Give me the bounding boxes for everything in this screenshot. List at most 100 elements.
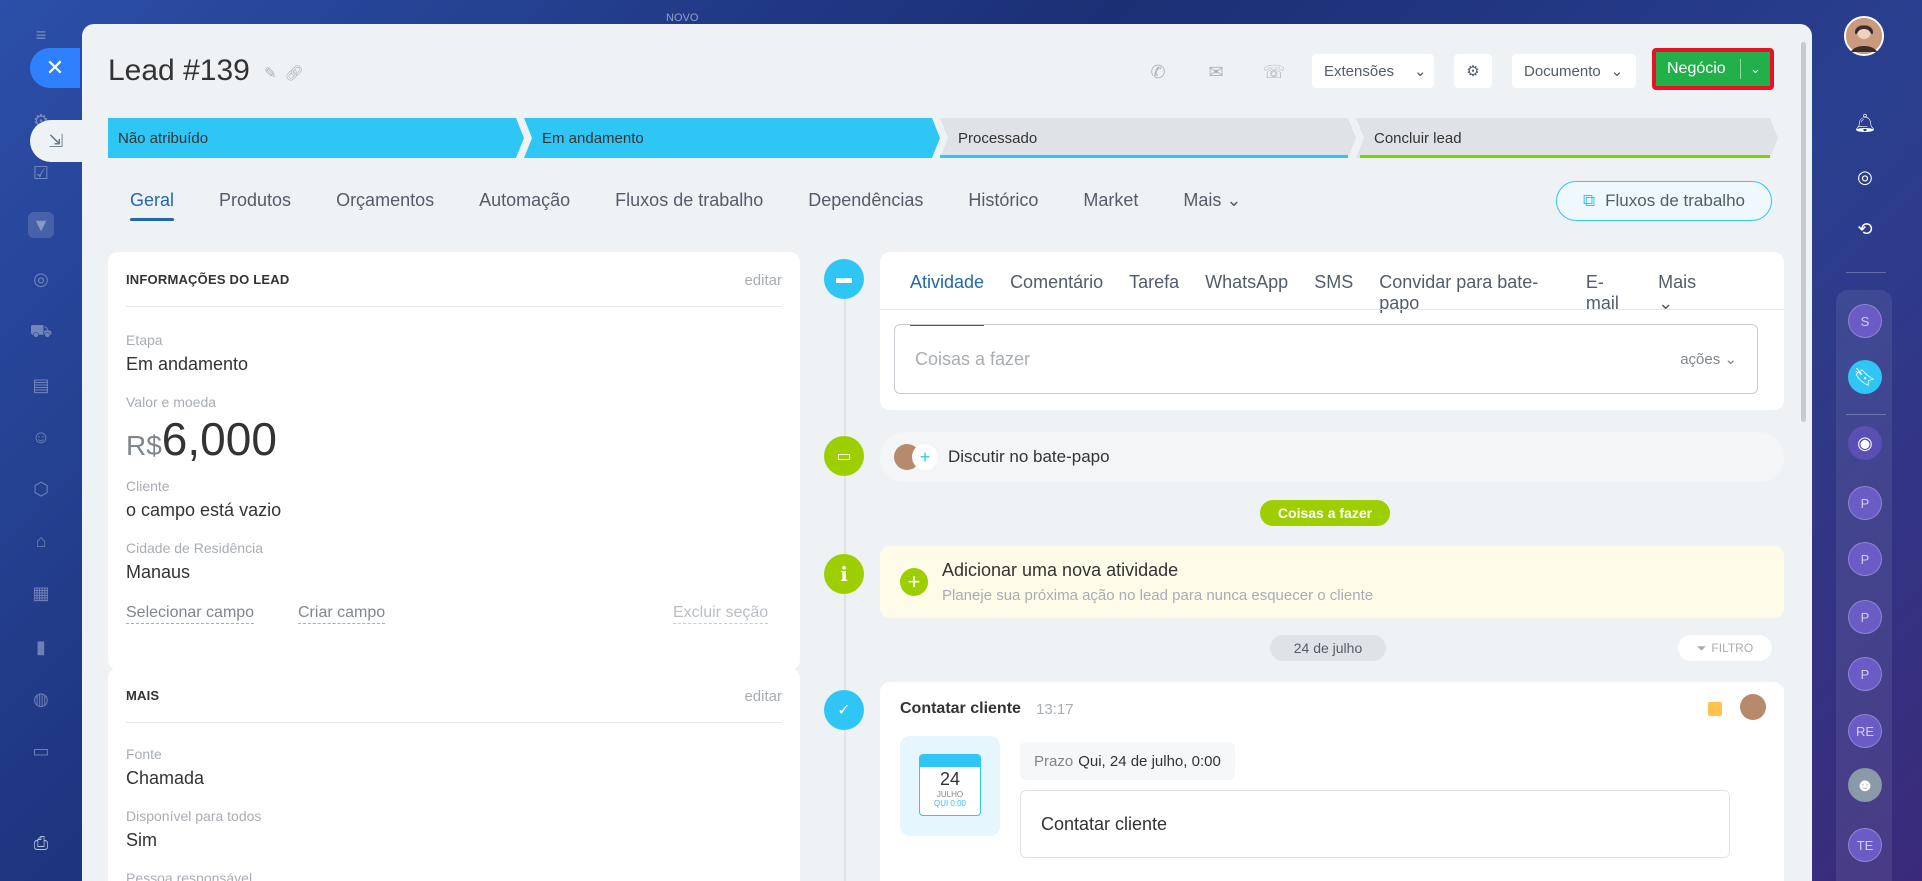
convert-deal-button[interactable]: Negócio ⌄ [1652, 48, 1774, 90]
crm-funnel-icon[interactable]: ▼ [28, 212, 54, 238]
todo-input[interactable]: Coisas a fazer ações ⌄ [894, 324, 1758, 394]
tab-task[interactable]: Tarefa [1129, 272, 1179, 326]
chat-avatar-te[interactable]: TE [1848, 828, 1882, 862]
currency-symbol: R$ [126, 430, 162, 461]
channel-icon[interactable]: ◉ [1848, 426, 1882, 460]
minimize-button[interactable]: ⇲ [30, 120, 82, 162]
money-field-label: Valor e moeda [126, 394, 217, 410]
source-field-value[interactable]: Chamada [126, 768, 204, 789]
divider [880, 309, 1784, 310]
target-icon[interactable]: ◎ [28, 266, 54, 292]
chat-icon[interactable]: ☏ [1252, 50, 1296, 94]
settings-icon[interactable]: ◍ [28, 686, 54, 712]
activity-editor-card: Atividade Comentário Tarefa WhatsApp SMS… [880, 252, 1784, 410]
more-info-edit-link[interactable]: editar [744, 688, 782, 705]
mail-icon[interactable]: ✉ [1194, 50, 1238, 94]
responsible-avatar[interactable] [1740, 694, 1766, 720]
chat-avatar-s[interactable]: S [1848, 304, 1882, 338]
select-field-link[interactable]: Selecionar campo [126, 604, 255, 624]
title-actions: ✎ 🔗︎ [264, 64, 304, 82]
phone-icon[interactable]: ✆ [1136, 50, 1180, 94]
right-rail-divider [1846, 272, 1886, 273]
tab-comment[interactable]: Comentário [1010, 272, 1103, 326]
responsible-field-label: Pessoa responsável [126, 870, 253, 881]
sync-icon[interactable]: ⟲ [1848, 212, 1882, 246]
add-participant-icon[interactable]: + [912, 444, 938, 470]
tab-market[interactable]: Market [1083, 190, 1138, 221]
target-icon-right[interactable]: ◎ [1848, 160, 1882, 194]
analytics-icon[interactable]: ▮ [28, 634, 54, 660]
filter-label: FILTRO [1711, 641, 1754, 655]
bookmark-icon[interactable]: 🔖︎ [1848, 360, 1882, 394]
scrollbar[interactable] [1801, 42, 1806, 422]
stage-field-value[interactable]: Em andamento [126, 354, 248, 375]
discuss-chat-row[interactable]: + Discutir no bate-papo [880, 432, 1784, 482]
chat-avatar-p3[interactable]: P [1848, 600, 1882, 634]
user-avatar[interactable] [1844, 16, 1884, 56]
create-field-link[interactable]: Criar campo [298, 604, 386, 624]
chat-avatar-re[interactable]: RE [1848, 714, 1882, 748]
tab-general[interactable]: Geral [130, 190, 175, 221]
extensions-label: Extensões [1324, 62, 1395, 80]
minimize-icon: ⇲ [48, 130, 64, 151]
calendar-icon[interactable]: ▦ [28, 580, 54, 606]
extensions-button[interactable]: Extensões ⌄ [1312, 54, 1434, 88]
client-field-value[interactable]: o campo está vazio [126, 500, 281, 521]
cart-icon[interactable]: ⛟ [28, 320, 54, 346]
city-field-value[interactable]: Manaus [126, 562, 190, 583]
lead-info-edit-link[interactable]: editar [744, 272, 782, 289]
tab-invite-chat[interactable]: Convidar para bate-papo [1379, 272, 1560, 326]
available-field-value[interactable]: Sim [126, 830, 157, 851]
close-button[interactable]: ✕ [30, 48, 80, 88]
chat-avatar-p1[interactable]: P [1848, 486, 1882, 520]
task-title[interactable]: Contatar cliente [900, 700, 1021, 718]
deadline-pill[interactable]: Prazo Qui, 24 de julho, 0:00 [1020, 742, 1235, 780]
link-icon[interactable]: 🔗︎ [285, 64, 304, 82]
tab-whatsapp[interactable]: WhatsApp [1205, 272, 1288, 326]
task-description[interactable]: Contatar cliente [1020, 790, 1730, 858]
stage-in-progress[interactable]: Em andamento [532, 118, 932, 158]
workflow-icon: ⧉ [1582, 191, 1596, 210]
box-icon[interactable]: ⬡ [28, 476, 54, 502]
chat-timeline-dot: ▭ [824, 436, 864, 476]
bot-avatar[interactable]: ☻ [1848, 768, 1882, 802]
tasks-icon[interactable]: ☑ [28, 160, 54, 186]
stage-bar: Não atribuído Em andamento Processado Co… [108, 118, 1778, 158]
tab-history[interactable]: Histórico [968, 190, 1038, 221]
money-field-value[interactable]: R$6,000 [126, 412, 277, 466]
tab-automation[interactable]: Automação [479, 190, 570, 221]
settings-button[interactable]: ⚙ [1454, 54, 1492, 88]
delete-section-link[interactable]: Excluir seção [673, 604, 769, 624]
filter-button[interactable]: ⏷ FILTRO [1678, 635, 1772, 661]
tab-workflows[interactable]: Fluxos de trabalho [615, 190, 763, 221]
chat-avatar-p2[interactable]: P [1848, 542, 1882, 576]
add-activity-card[interactable]: + Adicionar uma nova atividade Planeje s… [880, 546, 1784, 618]
tab-sms[interactable]: SMS [1314, 272, 1353, 326]
document-icon[interactable]: ▭ [28, 738, 54, 764]
tab-quotes[interactable]: Orçamentos [336, 190, 434, 221]
tab-activity[interactable]: Atividade [910, 272, 985, 326]
notification-bell-icon[interactable]: 🔔︎ [1848, 106, 1882, 140]
building-icon[interactable]: ⌂ [28, 528, 54, 554]
more-info-card: MAIS editar Fonte Chamada Disponível par… [108, 668, 800, 881]
stage-not-assigned[interactable]: Não atribuído [108, 118, 516, 158]
contact-card-icon[interactable]: ▤ [28, 372, 54, 398]
stage-processed[interactable]: Processado [948, 118, 1348, 158]
chevron-down-icon[interactable]: ⌄ [1741, 61, 1770, 77]
flag-icon[interactable] [1708, 702, 1722, 716]
pencil-icon[interactable]: ✎ [264, 64, 277, 82]
printer-icon[interactable]: ⎙ [28, 830, 54, 856]
document-button[interactable]: Documento ⌄ [1512, 54, 1636, 88]
add-activity-plus-icon[interactable]: + [900, 568, 928, 596]
stage-close-lead[interactable]: Concluir lead [1364, 118, 1764, 158]
tab-dependencies[interactable]: Dependências [808, 190, 923, 221]
tab-activity-more[interactable]: Mais ⌄ [1658, 272, 1758, 326]
chat-avatar-p4[interactable]: P [1848, 657, 1882, 691]
robot-icon[interactable]: ☺ [28, 424, 54, 450]
workflows-button[interactable]: ⧉ Fluxos de trabalho [1556, 181, 1772, 221]
actions-dropdown[interactable]: ações ⌄ [1680, 350, 1737, 368]
tab-products[interactable]: Produtos [219, 190, 291, 221]
tab-email[interactable]: E-mail [1586, 272, 1632, 326]
menu-icon[interactable]: ≡ [28, 22, 54, 48]
tab-more[interactable]: Mais ⌄ [1183, 190, 1241, 221]
